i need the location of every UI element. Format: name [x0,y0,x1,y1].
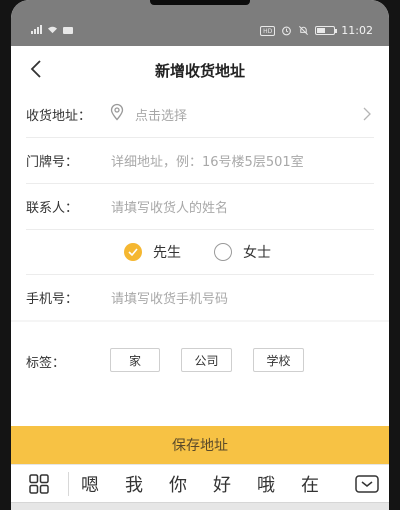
tags-label: 标签： [26,356,66,371]
phone-input[interactable]: 请填写收货手机号码 [111,288,228,307]
phone-row: 手机号： 请填写收货手机号码 [11,275,389,321]
signal-icon [31,25,42,34]
gender-option-label: 女士 [243,245,271,261]
contact-name-input[interactable]: 请填写收货人的姓名 [111,197,228,216]
tags-section [11,322,389,426]
keyboard-menu-icon[interactable] [29,474,49,494]
keyboard-collapse-icon[interactable] [355,474,379,494]
radio-unchecked-icon [214,243,232,261]
wifi-icon [48,26,57,34]
address-picker: 点击选择 [135,109,188,124]
candidate-word[interactable]: 在 [301,471,319,497]
door-number-row: 门牌号： 详细地址，例：16号楼5层501室 [11,138,389,184]
battery-level [317,28,326,33]
tag-company[interactable]: 公司 [181,348,232,372]
divider [68,472,69,496]
tag-home[interactable]: 家 [110,348,160,372]
address-row[interactable]: 收货地址： 点击选择 [11,92,389,138]
status-right-icons: HD 11:02 [260,24,373,37]
app-screen: HD 11:02 新增收货地址 收货地址： 点击选择 门牌号： 详细地址，例：1… [11,0,389,510]
candidate-word[interactable]: 哦 [257,471,275,497]
gender-selector: 先生 女士 [11,229,389,275]
status-time: 11:02 [341,24,373,37]
save-address-button[interactable]: 保存地址 [11,426,389,464]
candidate-word[interactable]: 好 [213,471,231,497]
speaker-notch [150,0,250,5]
status-left-icons [31,25,73,34]
phone-frame: HD 11:02 新增收货地址 收货地址： 点击选择 门牌号： 详细地址，例：1… [0,0,400,510]
radio-checked-icon [124,243,142,261]
mute-bell-icon [299,26,309,35]
battery-icon [315,26,338,35]
keyboard-candidate-bar: 嗯 我 你 好 哦 在 [11,464,389,502]
contact-row: 联系人： 请填写收货人的姓名 [11,184,389,230]
location-icon [110,103,124,121]
keyboard-keys-edge [11,502,389,510]
tag-school[interactable]: 学校 [253,348,304,372]
candidate-word[interactable]: 你 [169,471,187,497]
contact-label: 联系人： [26,201,79,216]
gender-option-label: 先生 [153,245,181,261]
phone-label: 手机号： [26,292,79,307]
notification-icon [63,27,73,34]
candidate-word[interactable]: 我 [125,471,143,497]
door-number-input[interactable]: 详细地址，例：16号楼5层501室 [111,151,304,170]
page-title: 新增收货地址 [154,62,245,80]
door-number-label: 门牌号： [26,155,79,170]
status-bar: HD 11:02 [11,0,389,46]
chevron-right-icon [363,107,371,121]
gender-option-mr[interactable]: 先生 [124,242,181,262]
page-header: 新增收货地址 [11,46,389,92]
candidate-word[interactable]: 嗯 [81,471,99,497]
gender-option-ms[interactable]: 女士 [214,242,271,262]
alarm-icon [282,26,292,36]
hd-icon: HD [260,25,276,36]
address-label: 收货地址： [26,109,92,124]
